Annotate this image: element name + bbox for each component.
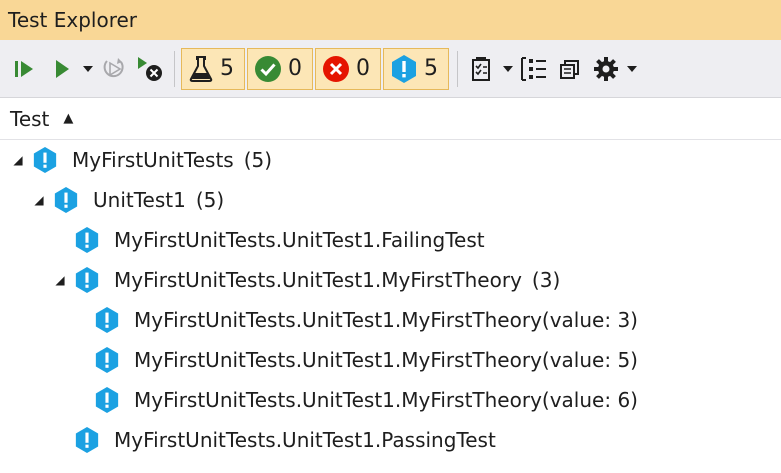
tree-node-test[interactable]: MyFirstUnitTests.UnitTest1.FailingTest <box>0 220 781 260</box>
copy-icon <box>560 59 579 79</box>
toolbar: 5 0 0 5 <box>0 40 781 98</box>
run-all-icon <box>15 60 33 77</box>
toolbar-separator <box>457 50 458 87</box>
tree-node-label: MyFirstUnitTests.UnitTest1.MyFirstTheory… <box>134 388 638 412</box>
filter-group: 5 0 0 5 <box>181 47 451 90</box>
tree-node-count: (5) <box>243 148 273 172</box>
tree-node-theory-case[interactable]: MyFirstUnitTests.UnitTest1.MyFirstTheory… <box>0 340 781 380</box>
tree-node-label: MyFirstUnitTests.UnitTest1.MyFirstTheory… <box>134 348 638 372</box>
collapse-arrow-icon[interactable]: ◢ <box>31 193 47 207</box>
filter-passed-count: 0 <box>288 56 302 81</box>
settings-dropdown-button[interactable] <box>624 49 640 89</box>
filter-total-count: 5 <box>220 56 234 81</box>
run-icon <box>56 59 69 78</box>
tree-node-label: UnitTest1 <box>93 188 186 212</box>
tree-node-theory-case[interactable]: MyFirstUnitTests.UnitTest1.MyFirstTheory… <box>0 300 781 340</box>
sort-ascending-icon: ▲ <box>63 111 74 126</box>
filter-not-run-count: 5 <box>424 56 438 81</box>
group-by-icon <box>521 56 546 81</box>
not-run-icon <box>392 54 416 83</box>
settings-icon <box>594 56 618 81</box>
filter-total-button[interactable]: 5 <box>181 47 245 90</box>
filter-not-run-button[interactable]: 5 <box>383 47 449 90</box>
filter-failed-button[interactable]: 0 <box>315 47 381 90</box>
tree-node-test[interactable]: MyFirstUnitTests.UnitTest1.PassingTest <box>0 420 781 460</box>
dropdown-arrow-icon <box>83 65 93 72</box>
window-title: Test Explorer <box>8 8 138 32</box>
run-all-button[interactable] <box>8 49 44 89</box>
tree-node-label: MyFirstUnitTests.UnitTest1.MyFirstTheory… <box>134 308 638 332</box>
playlist-button[interactable] <box>464 49 500 89</box>
settings-button[interactable] <box>588 49 624 89</box>
passed-icon <box>255 55 281 82</box>
tree-node-label: MyFirstUnitTests.UnitTest1.FailingTest <box>114 228 485 252</box>
column-header-test[interactable]: Test ▲ <box>0 98 781 140</box>
collapse-arrow-icon[interactable]: ◢ <box>52 273 68 287</box>
tree-node-count: (3) <box>531 268 561 292</box>
dropdown-arrow-icon <box>627 65 637 72</box>
tree-node-project[interactable]: ◢ MyFirstUnitTests (5) <box>0 140 781 180</box>
repeat-last-run-button[interactable] <box>96 49 132 89</box>
tree-node-label: MyFirstUnitTests.UnitTest1.MyFirstTheory <box>114 268 522 292</box>
not-run-icon <box>72 425 102 455</box>
window-title-bar: Test Explorer <box>0 0 781 40</box>
tree-node-label: MyFirstUnitTests <box>72 148 234 172</box>
test-tree: ◢ MyFirstUnitTests (5) ◢ UnitTest1 (5) M… <box>0 140 781 460</box>
filter-failed-count: 0 <box>356 56 370 81</box>
collapse-arrow-icon[interactable]: ◢ <box>10 153 26 167</box>
not-run-icon <box>92 305 122 335</box>
flask-icon <box>189 55 213 82</box>
cancel-run-button[interactable] <box>132 49 168 89</box>
cancel-icon <box>138 56 162 81</box>
dropdown-arrow-icon <box>503 65 513 72</box>
playlist-icon <box>472 56 490 81</box>
not-run-icon <box>92 385 122 415</box>
repeat-last-run-icon <box>103 57 124 77</box>
copy-button[interactable] <box>552 49 588 89</box>
filter-passed-button[interactable]: 0 <box>247 47 313 90</box>
failed-icon <box>323 55 349 82</box>
column-header-label: Test <box>10 106 50 131</box>
tree-node-label: MyFirstUnitTests.UnitTest1.PassingTest <box>114 428 496 452</box>
playlist-dropdown-button[interactable] <box>500 49 516 89</box>
not-run-icon <box>72 225 102 255</box>
tree-node-theory[interactable]: ◢ MyFirstUnitTests.UnitTest1.MyFirstTheo… <box>0 260 781 300</box>
run-dropdown-button[interactable] <box>80 49 96 89</box>
not-run-icon <box>30 145 60 175</box>
run-button[interactable] <box>44 49 80 89</box>
group-by-button[interactable] <box>516 49 552 89</box>
toolbar-separator <box>174 50 175 87</box>
not-run-icon <box>72 265 102 295</box>
tree-node-count: (5) <box>195 188 225 212</box>
not-run-icon <box>51 185 81 215</box>
tree-node-theory-case[interactable]: MyFirstUnitTests.UnitTest1.MyFirstTheory… <box>0 380 781 420</box>
tree-node-class[interactable]: ◢ UnitTest1 (5) <box>0 180 781 220</box>
not-run-icon <box>92 345 122 375</box>
